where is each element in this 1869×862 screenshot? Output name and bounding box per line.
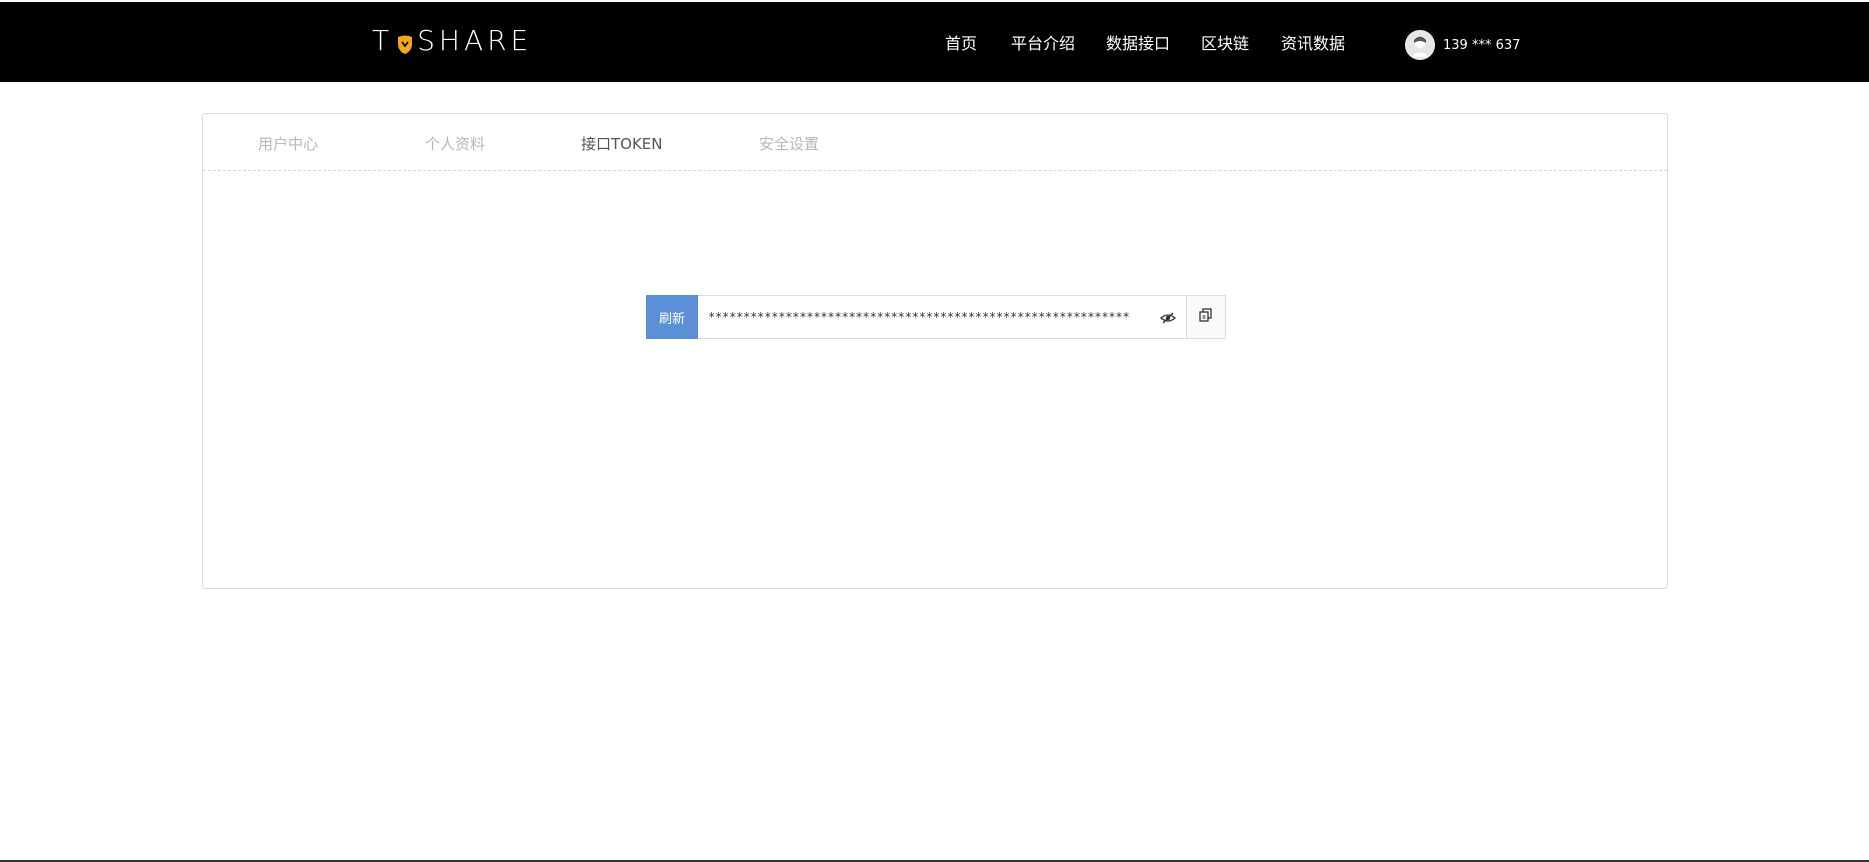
copy-icon <box>1198 307 1214 327</box>
nav-blockchain[interactable]: 区块链 <box>1201 32 1249 56</box>
user-phone[interactable]: 139 *** 637 <box>1443 38 1520 53</box>
refresh-button[interactable]: 刷新 <box>646 295 698 339</box>
tab-user-center[interactable]: 用户中心 <box>258 133 318 154</box>
eye-slash-icon[interactable] <box>1160 310 1176 326</box>
tab-security[interactable]: 安全设置 <box>759 133 819 154</box>
tab-profile[interactable]: 个人资料 <box>425 133 485 154</box>
nav-data-api[interactable]: 数据接口 <box>1106 32 1170 56</box>
tab-api-token[interactable]: 接口TOKEN <box>581 133 663 154</box>
nav-platform-intro[interactable]: 平台介绍 <box>1011 32 1075 56</box>
token-value: ****************************************… <box>708 310 1130 324</box>
user-menu[interactable]: 139 *** 637 <box>1405 30 1520 60</box>
avatar-icon[interactable] <box>1405 30 1435 60</box>
nav-news-data[interactable]: 资讯数据 <box>1281 32 1345 56</box>
user-tabs: 用户中心 个人资料 接口TOKEN 安全设置 <box>203 114 1667 171</box>
nav-home[interactable]: 首页 <box>945 32 977 56</box>
token-bar: 刷新 *************************************… <box>646 295 1226 339</box>
token-card: 用户中心 个人资料 接口TOKEN 安全设置 刷新 **************… <box>202 113 1668 589</box>
token-field[interactable]: ****************************************… <box>698 295 1187 339</box>
main-nav: 首页 平台介绍 数据接口 区块链 资讯数据 139 *** 637 <box>0 2 1869 82</box>
copy-button[interactable] <box>1187 295 1226 339</box>
